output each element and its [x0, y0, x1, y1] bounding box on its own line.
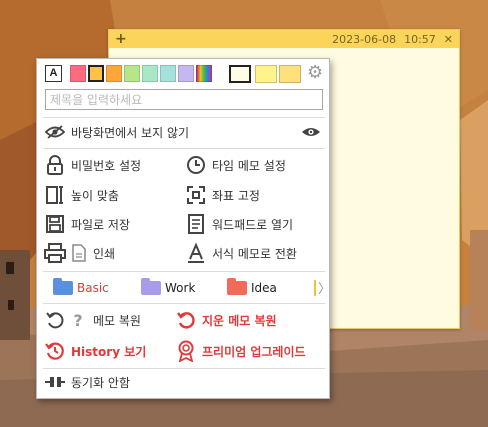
close-note-button[interactable]: ✕	[444, 33, 453, 46]
note-color-gold[interactable]	[279, 65, 301, 83]
sync-item[interactable]: 동기화 안함	[43, 372, 130, 392]
gear-icon[interactable]: ⚙	[307, 64, 323, 82]
color-swatch-green[interactable]	[124, 65, 140, 82]
tag-basic-label: Basic	[77, 281, 109, 295]
question-icon: ?	[73, 310, 83, 330]
divider	[43, 271, 325, 272]
floppy-disk-icon	[43, 214, 67, 234]
undo-icon	[43, 310, 67, 330]
folder-icon	[227, 278, 247, 295]
undo-red-icon	[174, 310, 198, 330]
open-wordpad-item[interactable]: 워드패드로 열기	[184, 214, 293, 234]
color-swatch-row: A ⚙	[45, 64, 325, 83]
add-note-button[interactable]: +	[115, 31, 129, 47]
award-ribbon-icon	[174, 340, 198, 362]
timer-memo-item[interactable]: 타임 메모 설정	[184, 155, 286, 175]
print-label: 인쇄	[93, 246, 116, 261]
fit-height-icon	[43, 185, 67, 205]
fix-position-label: 좌표 고정	[212, 188, 260, 203]
page-icon	[71, 243, 87, 263]
eye-slash-icon	[43, 122, 67, 142]
font-button[interactable]: A	[45, 65, 62, 82]
tag-idea[interactable]: Idea	[227, 278, 277, 297]
password-label: 비밀번호 설정	[71, 158, 142, 173]
premium-upgrade-item[interactable]: 프리미엄 업그레이드	[174, 340, 306, 362]
folder-icon	[141, 278, 161, 295]
hide-from-desktop-item[interactable]: 바탕화면에서 보지 않기	[43, 122, 189, 142]
timer-memo-label: 타임 메모 설정	[212, 158, 286, 173]
divider	[43, 368, 325, 369]
format-memo-item[interactable]: 서식 메모로 전환	[184, 243, 297, 263]
title-input[interactable]	[45, 89, 323, 110]
eye-icon	[299, 122, 323, 142]
restore-deleted-item[interactable]: 지운 메모 복원	[174, 310, 277, 330]
history-item[interactable]: History 보기	[43, 341, 146, 361]
crop-corners-icon	[184, 185, 208, 205]
color-swatch-mint[interactable]	[142, 65, 158, 82]
note-time: 10:57	[404, 32, 436, 46]
restore-memo-item[interactable]: ? 메모 복원	[43, 310, 141, 330]
tag-basic[interactable]: Basic	[53, 278, 109, 297]
clock-icon	[184, 155, 208, 175]
divider	[43, 117, 325, 118]
premium-upgrade-label: 프리미엄 업그레이드	[202, 344, 306, 359]
history-icon	[43, 341, 67, 361]
format-memo-label: 서식 메모로 전환	[212, 246, 297, 261]
color-swatch-lavender[interactable]	[178, 65, 194, 82]
plug-icon	[43, 372, 67, 392]
eye-toggle[interactable]	[299, 122, 327, 142]
restore-deleted-label: 지운 메모 복원	[202, 313, 277, 328]
note-context-menu: A ⚙ 바탕화면에서 보지 않기 비밀번호 설정	[36, 58, 331, 399]
restore-memo-label: 메모 복원	[93, 313, 141, 328]
open-wordpad-label: 워드패드로 열기	[212, 217, 294, 232]
divider	[43, 148, 325, 149]
divider	[43, 303, 325, 304]
text-format-icon	[184, 243, 208, 263]
note-color-light-yellow[interactable]	[255, 65, 277, 83]
password-item[interactable]: 비밀번호 설정	[43, 155, 141, 175]
lock-icon	[43, 155, 67, 175]
color-swatch-teal[interactable]	[160, 65, 176, 82]
print-item[interactable]: 인쇄	[43, 243, 115, 263]
tag-idea-label: Idea	[251, 281, 277, 295]
save-file-item[interactable]: 파일로 저장	[43, 214, 130, 234]
hide-from-desktop-label: 바탕화면에서 보지 않기	[71, 125, 190, 140]
folder-icon	[53, 278, 73, 295]
sync-label: 동기화 안함	[71, 375, 131, 390]
color-swatch-rainbow[interactable]	[196, 65, 212, 82]
fit-height-item[interactable]: 높이 맞춤	[43, 185, 119, 205]
fit-height-label: 높이 맞춤	[71, 188, 119, 203]
tag-work-label: Work	[165, 281, 196, 295]
save-file-label: 파일로 저장	[71, 217, 131, 232]
document-icon	[184, 214, 208, 234]
color-swatch-pink[interactable]	[70, 65, 86, 82]
fix-position-item[interactable]: 좌표 고정	[184, 185, 260, 205]
history-label: History 보기	[71, 344, 147, 359]
tag-scroll-indicator	[314, 280, 316, 296]
printer-icon	[43, 243, 67, 263]
note-date: 2023-06-08	[332, 32, 397, 46]
color-swatch-yellow[interactable]	[88, 65, 104, 82]
note-title-bar[interactable]: + 2023-06-08 10:57 ✕	[109, 30, 459, 48]
note-color-cream[interactable]	[229, 65, 251, 83]
tag-work[interactable]: Work	[141, 278, 196, 297]
color-swatch-orange[interactable]	[106, 65, 122, 82]
tag-more-button[interactable]: 〉	[318, 278, 331, 297]
